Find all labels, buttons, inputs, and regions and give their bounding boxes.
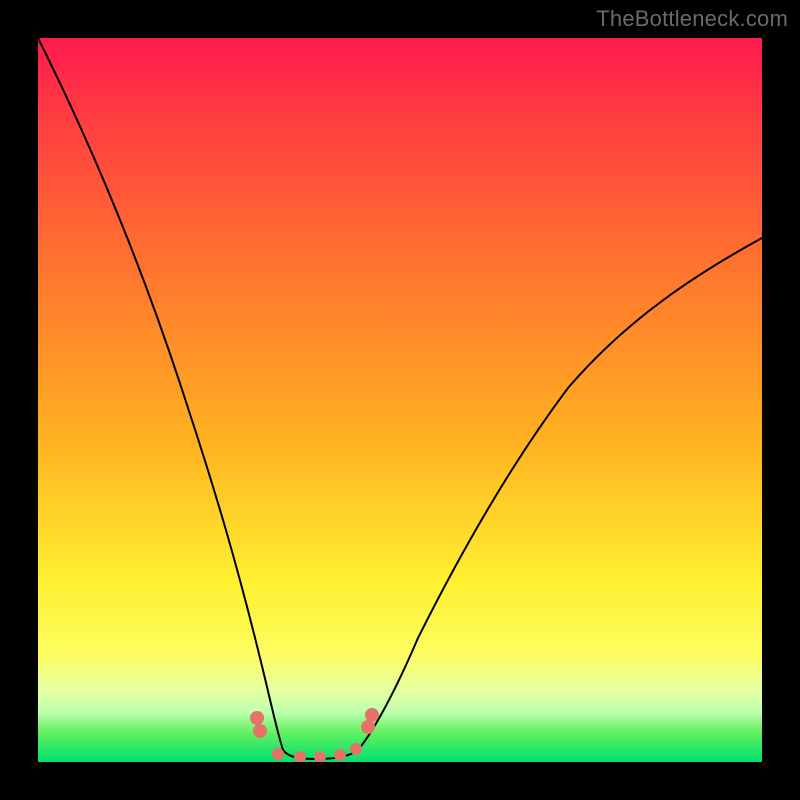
- dot: [294, 751, 306, 762]
- valley-dots: [250, 708, 379, 762]
- dot: [350, 743, 362, 755]
- watermark-text: TheBottleneck.com: [596, 6, 788, 32]
- dot: [361, 720, 375, 734]
- plot-area: [38, 38, 762, 762]
- dot: [314, 751, 326, 762]
- curve-group: [38, 38, 762, 759]
- dot: [334, 749, 346, 761]
- dot: [272, 748, 284, 760]
- dot: [250, 711, 264, 725]
- chart-svg: [38, 38, 762, 762]
- bottleneck-curve: [38, 38, 762, 759]
- outer-frame: TheBottleneck.com: [0, 0, 800, 800]
- dot: [365, 708, 379, 722]
- dot: [253, 724, 267, 738]
